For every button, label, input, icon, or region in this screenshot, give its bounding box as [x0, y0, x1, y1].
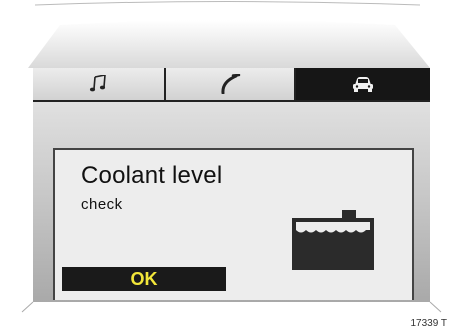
- tab-audio[interactable]: [33, 68, 166, 102]
- display-bezel: [28, 1, 430, 68]
- display-screen: Coolant level check OK: [33, 68, 430, 302]
- tab-phone[interactable]: [166, 68, 296, 102]
- music-note-icon: [89, 75, 106, 92]
- tab-vehicle[interactable]: [296, 68, 430, 102]
- figure-reference: 17339 T: [410, 318, 447, 329]
- message-title: Coolant level: [81, 162, 223, 189]
- tab-bar: [33, 68, 430, 102]
- message-subtitle: check: [81, 196, 123, 213]
- car-icon: [353, 77, 373, 92]
- coolant-tank-icon: [292, 210, 374, 270]
- ok-button[interactable]: OK: [62, 267, 226, 291]
- bezel-bottom-edge: [21, 301, 442, 313]
- phone-handset-icon: [221, 74, 241, 94]
